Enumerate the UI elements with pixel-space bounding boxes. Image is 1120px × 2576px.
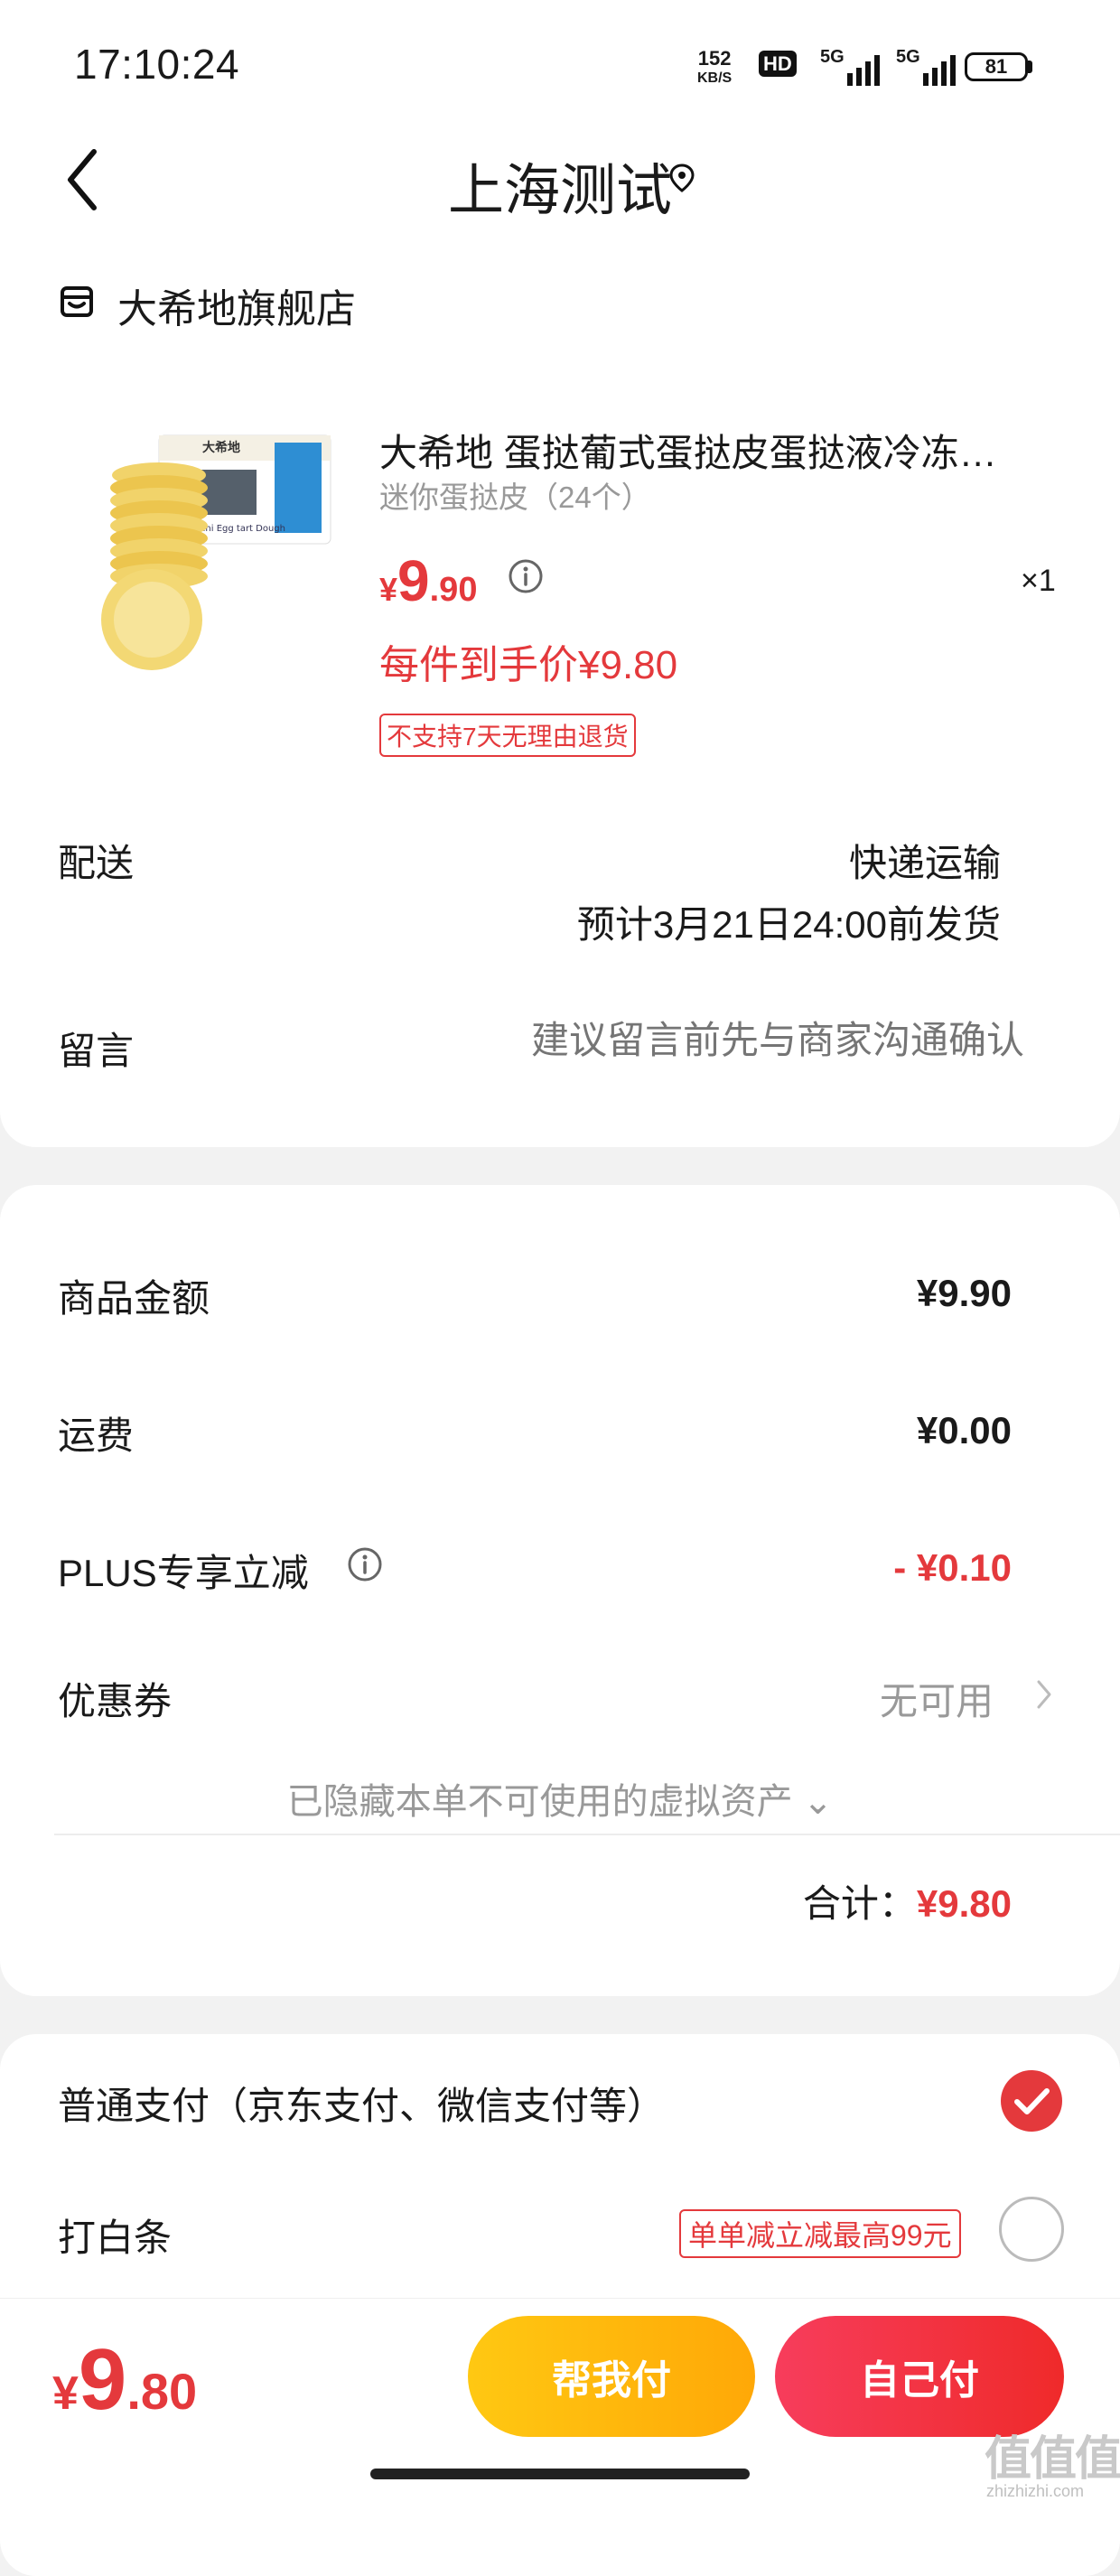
plus-discount-value: - ¥0.10 bbox=[893, 1546, 1012, 1589]
delivery-method[interactable]: 快递运输 bbox=[849, 833, 1001, 888]
checkout-price-decimal: .80 bbox=[126, 2363, 198, 2420]
battery-level: 81 bbox=[965, 52, 1028, 81]
hd-icon: HD bbox=[759, 51, 797, 77]
info-icon[interactable] bbox=[508, 558, 544, 594]
product-price: ¥9.90 bbox=[379, 547, 477, 614]
coupon-label: 优惠券 bbox=[58, 1680, 173, 1722]
order-total: 合计：¥9.80 bbox=[803, 1873, 1012, 1928]
store-name[interactable]: 大希地旗舰店 bbox=[117, 276, 356, 334]
goods-amount-value: ¥9.90 bbox=[916, 1272, 1012, 1314]
total-label: 合计： bbox=[802, 1882, 917, 1925]
product-title[interactable]: 大希地 蛋挞葡式蛋挞皮蛋挞液冷冻… bbox=[379, 423, 1048, 478]
message-input[interactable] bbox=[470, 1019, 1024, 1062]
checkout-price-integer: 9 bbox=[78, 2331, 127, 2428]
delivery-label: 配送 bbox=[58, 842, 135, 884]
price-currency: ¥ bbox=[379, 571, 398, 608]
battery-tip bbox=[1028, 61, 1032, 73]
signal-2-icon: 5G bbox=[896, 47, 956, 86]
pay-myself-button[interactable]: 自己付 bbox=[775, 2316, 1064, 2437]
net-speed: 152 KB/S bbox=[697, 49, 732, 89]
coupon-value[interactable]: 无可用 bbox=[880, 1671, 994, 1726]
divider bbox=[54, 1834, 1120, 1835]
product-quantity: ×1 bbox=[1021, 564, 1056, 598]
sim1-label: 5G bbox=[820, 47, 845, 67]
message-label: 留言 bbox=[58, 1030, 135, 1072]
net-price-per-item: 每件到手价¥9.80 bbox=[379, 643, 678, 687]
product-image[interactable]: 大希地 Mini Egg tart Dough bbox=[94, 425, 338, 677]
baitiao-promo-badge: 单单减立减最高99元 bbox=[679, 2209, 961, 2258]
radio-unchecked-icon[interactable] bbox=[999, 2197, 1064, 2262]
net-speed-unit: KB/S bbox=[697, 70, 733, 86]
price-decimal: .90 bbox=[429, 571, 478, 609]
product-spec: 迷你蛋挞皮（24个） bbox=[379, 481, 651, 514]
signal-1-icon: 5G bbox=[820, 47, 880, 86]
shipping-fee-label: 运费 bbox=[58, 1414, 135, 1457]
product-box-brand: 大希地 bbox=[202, 440, 240, 455]
signal-bars bbox=[922, 55, 956, 86]
battery-icon: 81 bbox=[965, 52, 1032, 81]
sim2-label: 5G bbox=[896, 47, 920, 67]
plus-discount-label: PLUS专享立减 bbox=[58, 1552, 309, 1594]
price-integer: 9 bbox=[397, 548, 430, 613]
net-speed-value: 152 bbox=[697, 47, 732, 70]
goods-amount-label: 商品金额 bbox=[58, 1277, 210, 1320]
payment-option-baitiao[interactable]: 打白条 bbox=[58, 2207, 172, 2263]
chevron-right-icon[interactable] bbox=[1035, 1678, 1053, 1711]
checkout-price-currency: ¥ bbox=[52, 2367, 79, 2420]
payment-option-normal[interactable]: 普通支付（京东支付、微信支付等） bbox=[58, 2076, 665, 2131]
location-pin-icon[interactable] bbox=[667, 163, 697, 193]
return-policy-badge: 不支持7天无理由退货 bbox=[379, 714, 636, 757]
hidden-assets-toggle[interactable]: 已隐藏本单不可使用的虚拟资产 ⌄ bbox=[0, 1772, 1120, 1825]
checkmark-radio-icon[interactable] bbox=[999, 2068, 1064, 2133]
shipping-fee-value: ¥0.00 bbox=[916, 1409, 1012, 1451]
watermark-url: zhizhizhi.com bbox=[986, 2482, 1085, 2500]
home-indicator[interactable] bbox=[370, 2469, 750, 2479]
watermark-logo: 值值值 bbox=[985, 2433, 1120, 2486]
product-box-subtext: Mini Egg tart Dough bbox=[195, 524, 285, 534]
store-icon bbox=[61, 286, 93, 317]
delivery-eta: 预计3月21日24:00前发货 bbox=[576, 903, 1001, 946]
total-value: ¥9.80 bbox=[916, 1882, 1012, 1925]
status-time: 17:10:24 bbox=[74, 41, 240, 88]
info-icon[interactable] bbox=[347, 1546, 383, 1582]
checkout-price: ¥9.80 bbox=[52, 2330, 197, 2430]
order-item-card bbox=[0, 244, 1120, 1147]
help-me-pay-button[interactable]: 帮我付 bbox=[468, 2316, 755, 2437]
hd-badge-label: HD bbox=[759, 51, 797, 77]
page-title: 上海测试 bbox=[447, 160, 672, 222]
signal-bars bbox=[846, 55, 880, 86]
